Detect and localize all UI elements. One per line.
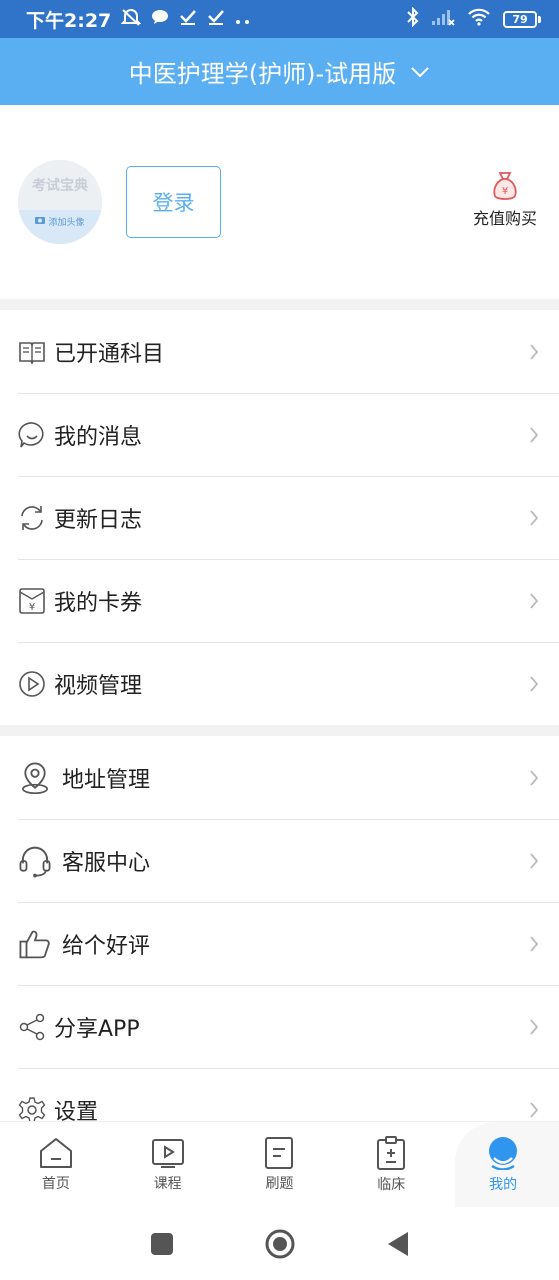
- bluetooth-icon: [407, 6, 419, 31]
- menu-item-subjects[interactable]: 已开通科目: [0, 310, 559, 393]
- menu-label: 已开通科目: [54, 341, 165, 367]
- headset-icon: [19, 846, 51, 877]
- refresh-icon: [21, 505, 43, 530]
- menu-item-address[interactable]: 地址管理: [0, 736, 559, 819]
- battery-icon: 79: [503, 10, 541, 28]
- section-divider: [0, 299, 559, 310]
- menu-item-rate[interactable]: 给个好评: [0, 902, 559, 985]
- tab-label: 刷题: [265, 1175, 294, 1192]
- coupon-icon: ¥: [19, 587, 45, 614]
- chevron-right-icon: [530, 1018, 539, 1035]
- system-nav-bar: [0, 1207, 559, 1280]
- chevron-right-icon: [530, 852, 539, 869]
- menu-item-coupons[interactable]: ¥ 我的卡券: [0, 559, 559, 642]
- menu-item-support[interactable]: 客服中心: [0, 819, 559, 902]
- svg-text:¥: ¥: [502, 186, 508, 197]
- menu-label: 给个好评: [62, 933, 151, 959]
- avatar-add-label: 添加头像: [48, 218, 85, 228]
- chevron-right-icon: [530, 935, 539, 952]
- menu-item-messages[interactable]: 我的消息: [0, 393, 559, 476]
- mute-icon: [120, 8, 142, 30]
- chevron-right-icon: [530, 769, 539, 786]
- subject-selector[interactable]: 中医护理学(护师)-试用版: [0, 38, 559, 105]
- check-icon: [179, 9, 197, 29]
- recharge-button[interactable]: ¥ 充值购买: [469, 171, 541, 229]
- wifi-icon: [467, 8, 491, 30]
- chevron-right-icon: [530, 343, 539, 360]
- camera-icon: [35, 217, 46, 224]
- section-divider: [0, 725, 559, 736]
- status-bar: 下午2:27 79: [0, 0, 559, 38]
- svg-text:¥: ¥: [29, 602, 35, 613]
- chevron-right-icon: [530, 509, 539, 526]
- chevron-right-icon: [530, 426, 539, 443]
- money-bag-icon: ¥: [493, 172, 517, 200]
- chevron-right-icon: [530, 592, 539, 609]
- recent-apps-icon[interactable]: [150, 1232, 174, 1256]
- battery-level: 79: [503, 10, 537, 28]
- recharge-label: 充值购买: [472, 209, 537, 228]
- tab-mine[interactable]: 我的: [447, 1122, 559, 1207]
- chevron-down-icon: [411, 66, 429, 77]
- bottom-nav: 首页 课程 刷题 临床 我的: [0, 1121, 559, 1207]
- tab-label: 首页: [41, 1175, 70, 1192]
- chevron-right-icon: [530, 1101, 539, 1118]
- menu-label: 分享APP: [54, 1016, 140, 1042]
- menu-label: 视频管理: [54, 673, 143, 699]
- message-icon: [151, 9, 169, 29]
- more-dots-icon: [235, 10, 251, 29]
- avatar-logo-text: 考试宝典: [18, 160, 102, 210]
- profile-section: 考试宝典 添加头像 登录 ¥ 充值购买: [0, 105, 559, 300]
- menu-item-share[interactable]: 分享APP: [0, 985, 559, 1068]
- tab-label: 我的: [489, 1176, 518, 1193]
- thumbs-up-icon: [19, 930, 50, 958]
- signal-icon: [431, 8, 455, 30]
- menu-label: 我的卡券: [54, 590, 143, 616]
- menu-label: 地址管理: [62, 767, 151, 793]
- check-icon: [207, 9, 225, 29]
- status-time: 下午2:27: [26, 9, 112, 32]
- avatar[interactable]: 考试宝典 添加头像: [18, 160, 102, 244]
- menu-item-changelog[interactable]: 更新日志: [0, 476, 559, 559]
- tab-label: 课程: [153, 1175, 182, 1192]
- menu-label: 更新日志: [54, 507, 143, 533]
- tab-label: 临床: [377, 1176, 406, 1193]
- chat-bubble-icon: [18, 421, 44, 447]
- tab-courses[interactable]: 课程: [112, 1122, 224, 1207]
- play-circle-icon: [19, 670, 45, 697]
- home-icon: [39, 1137, 72, 1168]
- share-icon: [19, 1013, 45, 1040]
- video-icon: [151, 1138, 184, 1168]
- menu-group-primary: 已开通科目 我的消息 更新日志 ¥ 我的卡券 视频管理: [0, 310, 559, 725]
- menu-item-videos[interactable]: 视频管理: [0, 642, 559, 725]
- clipboard-icon: [377, 1135, 406, 1170]
- location-pin-icon: [22, 762, 48, 794]
- back-icon[interactable]: [386, 1231, 410, 1257]
- book-icon: [19, 341, 45, 365]
- gear-icon: [18, 1096, 46, 1123]
- menu-group-secondary: 地址管理 客服中心 给个好评 分享APP 设置: [0, 736, 559, 1151]
- tab-clinical[interactable]: 临床: [335, 1122, 447, 1207]
- tab-home[interactable]: 首页: [0, 1122, 112, 1207]
- tab-practice[interactable]: 刷题: [224, 1122, 336, 1207]
- paper-icon: [265, 1136, 294, 1169]
- login-button[interactable]: 登录: [126, 166, 221, 238]
- menu-label: 我的消息: [54, 424, 143, 450]
- chevron-right-icon: [530, 675, 539, 692]
- page-title: 中医护理学(护师)-试用版: [128, 60, 397, 88]
- home-button-icon[interactable]: [264, 1228, 296, 1260]
- menu-label: 客服中心: [62, 850, 151, 876]
- smiley-icon: [489, 1136, 518, 1170]
